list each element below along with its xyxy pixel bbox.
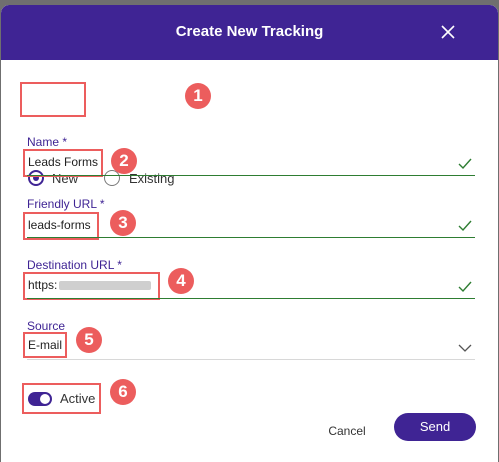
- radio-existing-label[interactable]: Existing: [129, 171, 175, 186]
- check-icon: [458, 158, 472, 170]
- annotation-badge-2: 2: [111, 148, 137, 174]
- check-icon: [458, 281, 472, 293]
- source-select[interactable]: E-mail: [28, 338, 62, 352]
- dialog-header: Create New Tracking: [1, 5, 498, 60]
- close-icon[interactable]: [437, 21, 459, 43]
- check-icon: [458, 220, 472, 232]
- dialog-title: Create New Tracking: [175, 23, 324, 40]
- destination-url-label: Destination URL *: [27, 258, 122, 272]
- active-label: Active: [60, 391, 96, 406]
- name-label: Name *: [27, 135, 68, 149]
- redacted-url: [59, 281, 152, 291]
- destination-url-underline: [27, 298, 475, 299]
- source-label: Source: [27, 319, 66, 333]
- friendly-url-underline: [27, 237, 475, 238]
- destination-url-input[interactable]: https:: [28, 278, 152, 292]
- name-underline: [27, 175, 475, 176]
- annotation-box-mode: [20, 82, 86, 117]
- chevron-down-icon[interactable]: [457, 340, 473, 356]
- destination-url-value: https:: [28, 278, 58, 292]
- cancel-button[interactable]: Cancel: [319, 418, 375, 444]
- active-toggle[interactable]: [28, 392, 52, 406]
- source-underline: [27, 359, 475, 360]
- annotation-badge-4: 4: [168, 268, 194, 294]
- annotation-badge-6: 6: [110, 379, 136, 405]
- annotation-badge-5: 5: [76, 327, 102, 353]
- friendly-url-label: Friendly URL *: [27, 197, 105, 211]
- name-input[interactable]: Leads Forms: [28, 155, 98, 169]
- friendly-url-input[interactable]: leads-forms: [28, 218, 91, 232]
- annotation-badge-1: 1: [185, 83, 211, 109]
- create-tracking-dialog: Create New Tracking New Existing 1 Name …: [1, 5, 498, 462]
- send-button[interactable]: Send: [394, 413, 476, 441]
- annotation-badge-3: 3: [110, 210, 136, 236]
